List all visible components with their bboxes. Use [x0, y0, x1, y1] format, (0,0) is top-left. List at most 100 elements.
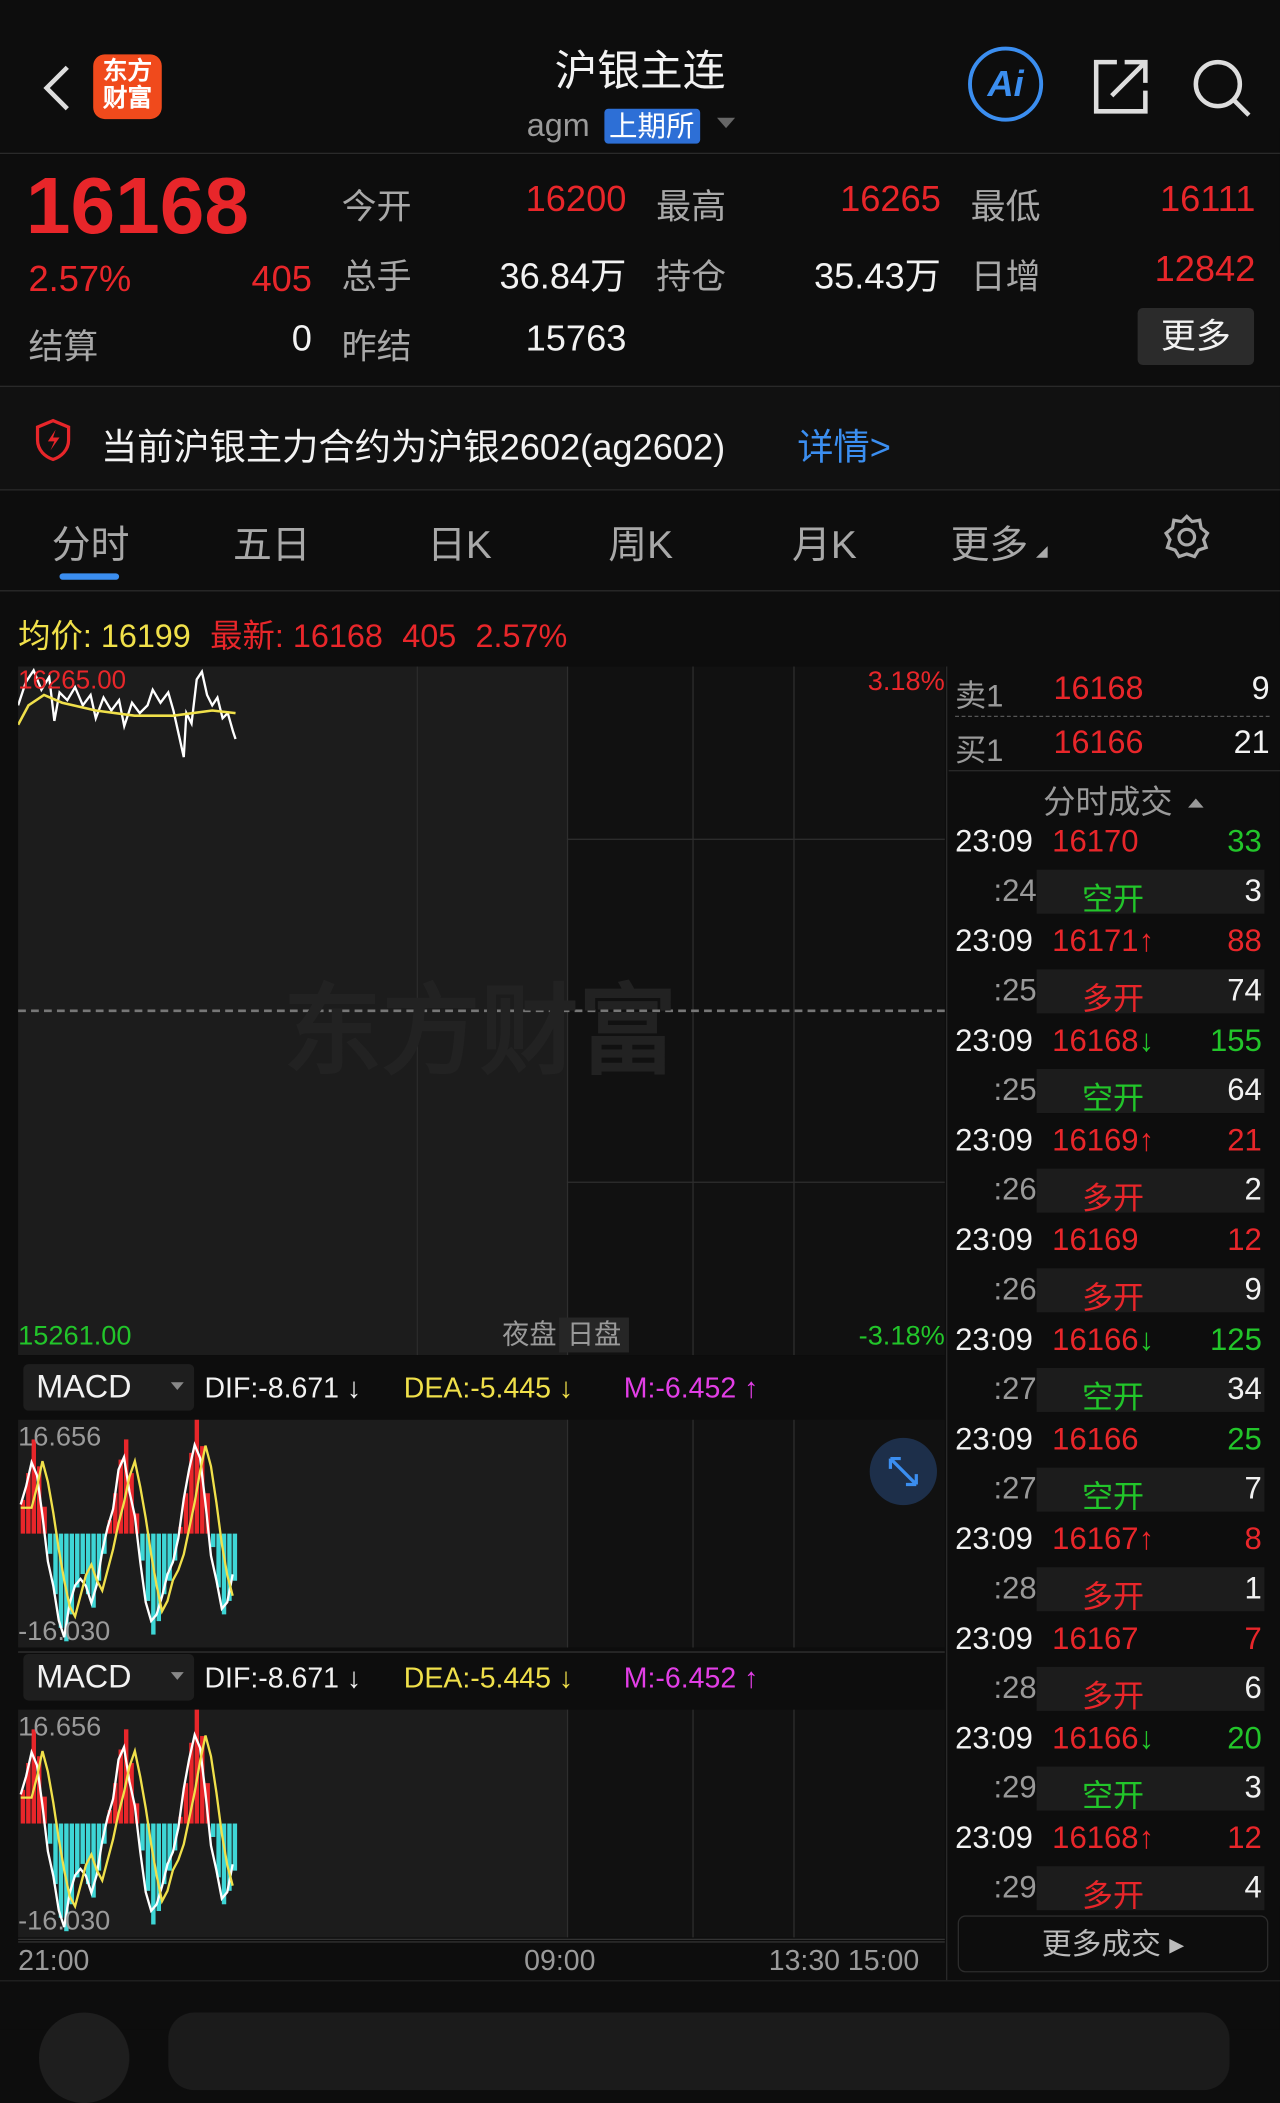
quote-field-value: 35.43万 — [813, 256, 941, 297]
bid1-price: 16166 — [1053, 724, 1144, 761]
trade-time: 23:09 — [955, 924, 1033, 960]
day-session[interactable]: 日盘 — [559, 1317, 629, 1353]
trade-row: 23:09 16166↓ 125 — [949, 1317, 1273, 1364]
ai-button[interactable]: Ai — [968, 46, 1044, 122]
tab-daily-k[interactable]: 日K — [427, 513, 492, 570]
trade-time: 23:09 — [955, 1322, 1033, 1358]
trade-kind-volume: 2 — [1244, 1172, 1262, 1208]
bid1-label: 买1 — [955, 733, 1004, 769]
dropdown-icon — [170, 1382, 184, 1396]
dea-value: DEA:-5.445 ↓ — [403, 1661, 574, 1695]
price-lines — [18, 667, 237, 758]
subtitle[interactable]: agm 上期所 — [527, 104, 735, 145]
trade-kind-volume: 74 — [1227, 973, 1262, 1009]
trade-seconds: :25 — [993, 973, 1037, 1009]
trade-volume: 33 — [1227, 824, 1262, 860]
expand-icon[interactable] — [869, 1437, 938, 1506]
collapse-triangle-icon — [1188, 791, 1204, 808]
trade-row: 23:09 16168↑ 12 — [949, 1816, 1273, 1863]
price-info-line: 均价: 16199 最新: 16168 405 2.57% — [18, 611, 567, 658]
trade-time: 23:09 — [955, 824, 1033, 860]
indicator-select[interactable]: MACD — [23, 1364, 195, 1411]
trade-seconds: :26 — [993, 1272, 1037, 1308]
quote-field-label: 日增 — [970, 257, 1041, 297]
tab-weekly-k[interactable]: 周K — [608, 513, 673, 570]
macd-bar — [210, 1823, 216, 1837]
trade-seconds: :29 — [993, 1870, 1037, 1906]
trade-kind-volume: 7 — [1244, 1471, 1262, 1507]
corner-triangle-icon — [1036, 546, 1048, 558]
tab-monthly-k[interactable]: 月K — [792, 513, 857, 570]
trade-seconds: :27 — [993, 1371, 1037, 1407]
trade-row: 23:09 16167↑ 8 — [949, 1517, 1273, 1564]
session-toggle[interactable]: 夜盘 日盘 — [500, 1314, 629, 1353]
pct-info: 2.57% — [475, 618, 568, 655]
settings-gear-icon[interactable] — [1162, 513, 1211, 569]
more-button[interactable]: 更多 — [1137, 308, 1255, 365]
macd-bar — [47, 1533, 53, 1554]
trade-price-value: 16171 — [1052, 924, 1139, 960]
trade-price-value: 16166 — [1052, 1721, 1139, 1757]
trade-kind: 多开 — [1081, 1281, 1145, 1317]
macd-bar — [31, 1439, 36, 1534]
macd-bar — [140, 1823, 145, 1851]
trade-volume: 155 — [1210, 1023, 1262, 1059]
notice-details-link[interactable]: 详情> — [797, 419, 891, 471]
trade-time: 23:09 — [955, 1223, 1033, 1258]
trade-detail-row: :25 空开 64 — [949, 1068, 1273, 1117]
trade-price: 16171↑ — [1052, 924, 1154, 960]
quote-field-value: 16111 — [1159, 178, 1256, 219]
indicator-select[interactable]: MACD — [23, 1653, 195, 1701]
settle-value: 0 — [291, 318, 312, 359]
chart-top-pct: 3.18% — [867, 666, 945, 697]
trade-detail-row: :26 多开 2 — [949, 1167, 1273, 1217]
macd-max: 16.656 — [18, 1712, 102, 1742]
indicator-name: MACD — [36, 1659, 132, 1696]
macd-bar — [140, 1533, 145, 1561]
trade-seconds: :27 — [993, 1471, 1037, 1507]
tab-intraday[interactable]: 分时 — [52, 513, 130, 570]
trade-volume: 12 — [1227, 1820, 1262, 1856]
trade-kind: 多开 — [1081, 1879, 1145, 1915]
trade-kind: 空开 — [1081, 1081, 1145, 1117]
trade-volume: 8 — [1244, 1521, 1262, 1557]
quote-field-label: 最高 — [656, 187, 727, 227]
macd-chart[interactable]: 16.656 -16.030 — [18, 1419, 945, 1648]
trade-volume: 25 — [1227, 1422, 1262, 1458]
more-trades-button[interactable]: 更多成交 ▸ — [957, 1915, 1269, 1973]
night-session[interactable]: 夜盘 — [500, 1317, 560, 1352]
trade-kind-volume: 4 — [1244, 1870, 1262, 1906]
trade-kind: 空开 — [1081, 1480, 1145, 1516]
trade-price-value: 16167 — [1052, 1521, 1139, 1557]
avg-label: 均价: — [18, 618, 92, 655]
notice-bar[interactable]: 当前沪银主力合约为沪银2602(ag2602) 详情> — [0, 385, 1280, 490]
trade-kind-volume: 64 — [1227, 1072, 1262, 1108]
macd-bar — [232, 1533, 238, 1581]
intraday-chart[interactable]: 东方财富 16265.00 3.18% 15261.00 -3.18% 夜盘 日盘 — [18, 666, 945, 1356]
comment-input[interactable] — [168, 2012, 1230, 2091]
tab-five-day[interactable]: 五日 — [233, 513, 311, 570]
trade-arrow-icon: ↑ — [1138, 1820, 1155, 1856]
tab-more[interactable]: 更多 — [951, 513, 1048, 570]
search-icon[interactable] — [1191, 57, 1253, 126]
trade-kind: 多开 — [1081, 1580, 1145, 1616]
quote-field-value: 36.84万 — [499, 256, 627, 297]
trades-header[interactable]: 分时成交 — [1043, 777, 1204, 824]
ask1-volume: 9 — [1251, 670, 1270, 707]
dif-value: DIF:-8.671 ↓ — [204, 1661, 362, 1695]
notice-text: 当前沪银主力合约为沪银2602(ag2602) — [100, 427, 726, 468]
avg-price: 16199 — [100, 618, 191, 655]
trade-volume: 7 — [1244, 1621, 1262, 1657]
trade-seconds: :26 — [993, 1172, 1037, 1208]
bottom-avatar[interactable] — [38, 2012, 130, 2103]
more-trades-label: 更多成交 — [1041, 1927, 1161, 1961]
trade-kind-volume: 6 — [1244, 1670, 1262, 1706]
macd-chart[interactable]: 16.656 -16.030 — [18, 1709, 945, 1938]
quote-field-label: 持仓 — [656, 257, 727, 297]
trade-row: 23:09 16169 12 — [949, 1218, 1273, 1265]
share-icon[interactable] — [1091, 57, 1151, 123]
trade-row: 23:09 16166 25 — [949, 1417, 1273, 1464]
trade-price-value: 16166 — [1052, 1422, 1139, 1458]
trade-arrow-icon: ↓ — [1138, 1322, 1155, 1358]
trade-price: 16168↑ — [1052, 1821, 1154, 1857]
